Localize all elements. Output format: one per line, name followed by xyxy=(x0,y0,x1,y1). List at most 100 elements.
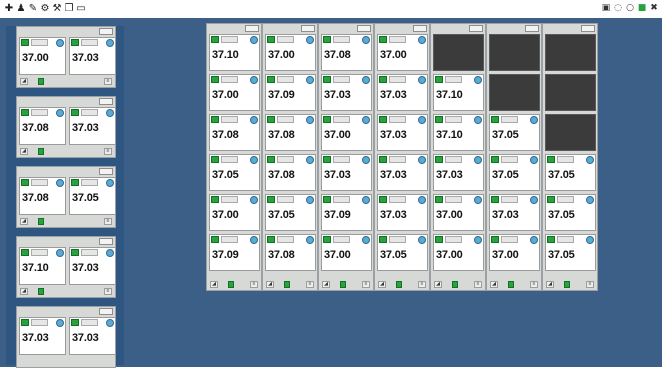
add-icon[interactable]: ✚ xyxy=(4,3,14,14)
control-icon[interactable]: ◢ xyxy=(20,148,28,155)
settings-icon[interactable]: ≡ xyxy=(104,148,112,155)
empty-slot[interactable] xyxy=(545,114,596,151)
info-icon[interactable] xyxy=(418,116,426,124)
reading-card[interactable]: 37.00 xyxy=(433,234,484,271)
settings-icon[interactable]: ≡ xyxy=(250,281,258,288)
reading-card[interactable]: 37.03 xyxy=(69,37,115,75)
info-icon[interactable] xyxy=(530,236,538,244)
status-icon[interactable] xyxy=(38,288,44,295)
empty-slot[interactable] xyxy=(489,74,540,111)
reading-card[interactable]: 37.05 xyxy=(377,234,428,271)
info-icon[interactable] xyxy=(362,196,370,204)
info-icon[interactable] xyxy=(306,116,314,124)
info-icon[interactable] xyxy=(250,116,258,124)
reading-card[interactable]: 37.08 xyxy=(19,177,66,215)
info-icon[interactable] xyxy=(250,156,258,164)
panel-menu-button[interactable] xyxy=(99,308,113,315)
restore-icon[interactable]: ○ xyxy=(625,3,635,13)
info-icon[interactable] xyxy=(586,156,594,164)
info-icon[interactable] xyxy=(418,76,426,84)
minimize-icon[interactable]: ◌ xyxy=(613,3,623,13)
wrench-icon[interactable]: ⚒ xyxy=(52,3,62,14)
settings-icon[interactable]: ≡ xyxy=(586,281,594,288)
info-icon[interactable] xyxy=(418,36,426,44)
info-icon[interactable] xyxy=(250,236,258,244)
reading-card[interactable]: 37.10 xyxy=(19,247,66,285)
info-icon[interactable] xyxy=(418,156,426,164)
reading-card[interactable]: 37.05 xyxy=(545,234,596,271)
info-icon[interactable] xyxy=(250,76,258,84)
reading-card[interactable]: 37.00 xyxy=(489,234,540,271)
panel-menu-button[interactable] xyxy=(357,25,371,32)
status-icon[interactable] xyxy=(452,281,458,288)
info-icon[interactable] xyxy=(106,109,114,117)
status-icon[interactable] xyxy=(564,281,570,288)
info-icon[interactable] xyxy=(362,236,370,244)
info-icon[interactable] xyxy=(586,236,594,244)
reading-card[interactable]: 37.00 xyxy=(321,114,372,151)
reading-card[interactable]: 37.05 xyxy=(69,177,115,215)
info-icon[interactable] xyxy=(474,156,482,164)
panel-menu-button[interactable] xyxy=(99,98,113,105)
reading-card[interactable]: 37.00 xyxy=(321,234,372,271)
info-icon[interactable] xyxy=(418,236,426,244)
reading-card[interactable]: 37.00 xyxy=(209,194,260,231)
reading-card[interactable]: 37.09 xyxy=(265,74,316,111)
control-icon[interactable]: ◢ xyxy=(322,281,330,288)
info-icon[interactable] xyxy=(56,319,64,327)
info-icon[interactable] xyxy=(362,156,370,164)
settings-icon[interactable]: ≡ xyxy=(474,281,482,288)
info-icon[interactable] xyxy=(106,179,114,187)
info-icon[interactable] xyxy=(250,196,258,204)
panel-menu-button[interactable] xyxy=(413,25,427,32)
settings-icon[interactable]: ≡ xyxy=(104,218,112,225)
reading-card[interactable]: 37.08 xyxy=(265,114,316,151)
empty-slot[interactable] xyxy=(545,34,596,71)
info-icon[interactable] xyxy=(306,76,314,84)
panel-menu-button[interactable] xyxy=(99,238,113,245)
settings-icon[interactable]: ≡ xyxy=(104,288,112,295)
reading-card[interactable]: 37.05 xyxy=(209,154,260,191)
status-icon[interactable] xyxy=(508,281,514,288)
info-icon[interactable] xyxy=(106,39,114,47)
panel-menu-button[interactable] xyxy=(469,25,483,32)
reading-card[interactable]: 37.00 xyxy=(265,34,316,71)
reading-card[interactable]: 37.10 xyxy=(433,74,484,111)
reading-card[interactable]: 37.09 xyxy=(209,234,260,271)
reading-card[interactable]: 37.03 xyxy=(69,107,115,145)
reading-card[interactable]: 37.00 xyxy=(209,74,260,111)
info-icon[interactable] xyxy=(586,196,594,204)
control-icon[interactable]: ◢ xyxy=(210,281,218,288)
info-icon[interactable] xyxy=(106,249,114,257)
control-icon[interactable]: ◢ xyxy=(20,288,28,295)
reading-card[interactable]: 37.03 xyxy=(19,317,66,355)
reading-card[interactable]: 37.08 xyxy=(19,107,66,145)
panel-menu-button[interactable] xyxy=(99,168,113,175)
display-icon[interactable]: ▣ xyxy=(601,3,611,13)
reading-card[interactable]: 37.03 xyxy=(69,317,115,355)
info-icon[interactable] xyxy=(250,36,258,44)
edit-icon[interactable]: ✎ xyxy=(28,3,38,14)
reading-card[interactable]: 37.05 xyxy=(265,194,316,231)
info-icon[interactable] xyxy=(306,196,314,204)
gear-icon[interactable]: ⚙ xyxy=(40,3,50,14)
info-icon[interactable] xyxy=(362,116,370,124)
reading-card[interactable]: 37.09 xyxy=(321,194,372,231)
panel-menu-button[interactable] xyxy=(99,28,113,35)
info-icon[interactable] xyxy=(474,116,482,124)
status-icon[interactable] xyxy=(38,218,44,225)
reading-card[interactable]: 37.03 xyxy=(377,114,428,151)
panel-menu-button[interactable] xyxy=(245,25,259,32)
reading-card[interactable]: 37.10 xyxy=(209,34,260,71)
info-icon[interactable] xyxy=(474,76,482,84)
info-icon[interactable] xyxy=(362,36,370,44)
info-icon[interactable] xyxy=(56,249,64,257)
reading-card[interactable]: 37.08 xyxy=(265,154,316,191)
control-icon[interactable]: ◢ xyxy=(546,281,554,288)
panel-menu-button[interactable] xyxy=(581,25,595,32)
user-icon[interactable]: ♟ xyxy=(16,3,26,14)
control-icon[interactable]: ◢ xyxy=(266,281,274,288)
status-icon[interactable] xyxy=(284,281,290,288)
status-icon[interactable] xyxy=(340,281,346,288)
empty-slot[interactable] xyxy=(489,34,540,71)
